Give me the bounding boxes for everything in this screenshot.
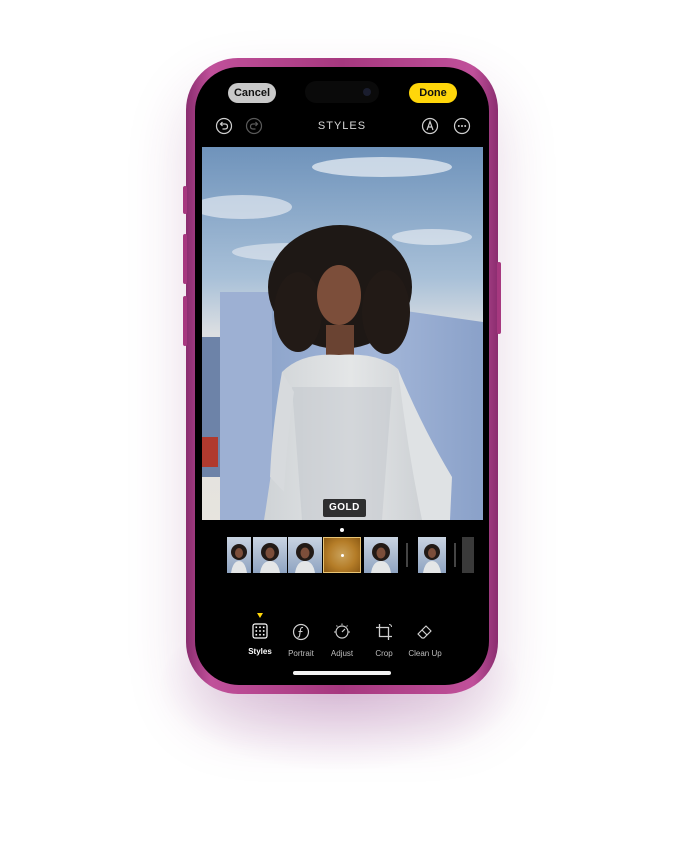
action-button	[183, 186, 187, 214]
aperture-f-icon	[292, 623, 310, 641]
style-thumbnail-partial[interactable]	[462, 537, 474, 573]
volume-up-button	[183, 234, 187, 284]
side-button	[497, 262, 501, 334]
style-thumbnail[interactable]	[288, 537, 322, 573]
style-name-label: GOLD	[323, 499, 366, 517]
strip-divider	[406, 543, 408, 567]
portrait-thumbnail-image	[260, 543, 280, 573]
strip-divider	[454, 543, 456, 567]
style-thumbnail[interactable]	[418, 537, 446, 573]
style-thumbnail[interactable]	[227, 537, 251, 573]
more-icon[interactable]	[453, 117, 471, 135]
portrait-thumbnail-image	[423, 544, 441, 573]
style-thumbnail-strip[interactable]	[195, 536, 489, 576]
active-tool-indicator	[257, 613, 263, 618]
crop-icon	[376, 624, 392, 640]
volume-down-button	[183, 296, 187, 346]
phone-screen: Cancel Done STYLES GOLD Styles Portrait …	[195, 67, 489, 685]
tool-clean-up[interactable]: Clean Up	[400, 623, 450, 658]
portrait-thumbnail-image	[231, 544, 247, 573]
portrait-photo-image	[202, 147, 483, 520]
style-thumbnail[interactable]	[364, 537, 398, 573]
style-thumbnail-gold-selected[interactable]	[323, 537, 361, 573]
home-indicator[interactable]	[293, 671, 391, 675]
style-indicator-dot	[340, 528, 344, 532]
dynamic-island	[305, 81, 379, 103]
portrait-thumbnail-image	[371, 543, 391, 573]
page-title: STYLES	[317, 120, 367, 132]
tool-label: Clean Up	[408, 649, 442, 658]
adjust-dial-icon	[334, 623, 350, 639]
portrait-thumbnail-image	[295, 543, 315, 573]
eraser-icon	[417, 625, 432, 639]
markup-icon[interactable]	[421, 117, 439, 135]
done-button[interactable]: Done	[409, 83, 457, 103]
style-thumbnail[interactable]	[253, 537, 287, 573]
photo-preview[interactable]	[202, 147, 483, 520]
styles-grid-icon	[252, 623, 268, 639]
cancel-button[interactable]: Cancel	[228, 83, 276, 103]
